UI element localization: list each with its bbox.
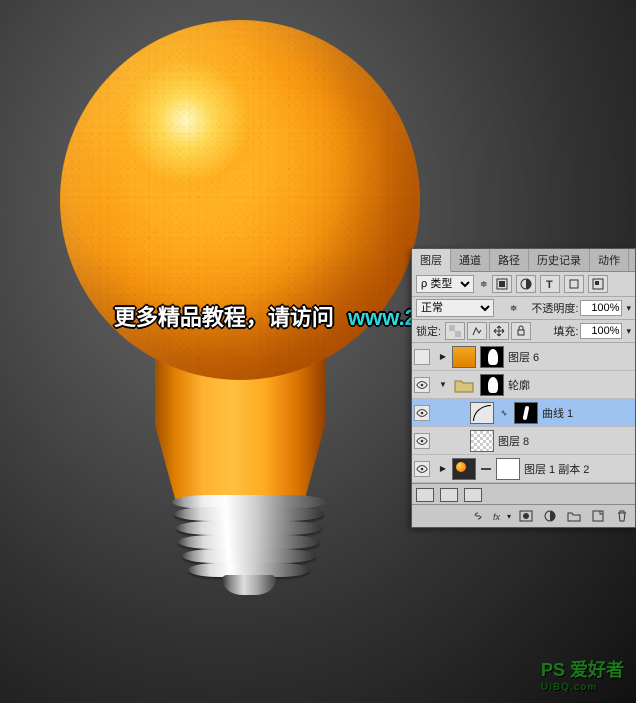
layer-mask-thumbnail[interactable] — [480, 346, 504, 368]
expand-arrow-icon — [456, 436, 466, 446]
blend-chevron-icon: ≑ — [510, 303, 518, 314]
fill-input[interactable] — [580, 323, 622, 339]
expand-arrow-icon[interactable]: ▶ — [438, 464, 448, 474]
watermark-logo: PS 爱好者 — [541, 660, 624, 680]
tab-channels[interactable]: 通道 — [451, 249, 490, 271]
tab-paths[interactable]: 路径 — [490, 249, 529, 271]
layer-thumbnail[interactable] — [470, 402, 494, 424]
adjustment-icon[interactable] — [541, 508, 559, 524]
lock-label: 锁定: — [416, 323, 441, 339]
fill-chevron-icon[interactable]: ▾ — [626, 326, 631, 337]
layer-row[interactable]: 曲线 1 — [412, 399, 635, 427]
visibility-toggle[interactable] — [414, 405, 430, 421]
bulb-screw-base — [178, 495, 320, 595]
lock-pixels-icon[interactable] — [467, 322, 487, 340]
bulb-glass — [60, 20, 420, 500]
layer-thumbnail[interactable] — [452, 458, 476, 480]
visibility-toggle[interactable] — [414, 433, 430, 449]
layer-thumbnail[interactable] — [452, 346, 476, 368]
palette-swatch[interactable] — [416, 488, 434, 502]
layer-row[interactable]: ▶ 图层 1 副本 2 — [412, 455, 635, 483]
expand-arrow-icon — [456, 408, 466, 418]
filter-shape-icon[interactable] — [564, 275, 584, 293]
visibility-toggle[interactable] — [414, 377, 430, 393]
lock-all-icon[interactable] — [511, 322, 531, 340]
link-dash-icon — [480, 468, 492, 470]
layer-name[interactable]: 图层 6 — [508, 349, 539, 365]
layers-panel-footer: fx▾ — [412, 504, 635, 527]
lock-position-icon[interactable] — [489, 322, 509, 340]
tab-actions[interactable]: 动作 — [590, 249, 629, 271]
panel-tabs: 图层 通道 路径 历史记录 动作 — [412, 249, 635, 272]
tab-layers[interactable]: 图层 — [412, 249, 451, 272]
watermark-suburl: UiBQ.com — [541, 682, 624, 693]
blend-mode-select[interactable]: 正常 — [416, 299, 494, 317]
filter-adjust-icon[interactable] — [516, 275, 536, 293]
layer-mask-thumbnail[interactable] — [480, 374, 504, 396]
filter-pixel-icon[interactable] — [492, 275, 512, 293]
lock-fill-row: 锁定: 填充: ▾ — [412, 320, 635, 343]
palette-swatch[interactable] — [464, 488, 482, 502]
filter-type-select[interactable]: ρ 类型 — [416, 275, 474, 293]
filter-smart-icon[interactable] — [588, 275, 608, 293]
layer-name[interactable]: 曲线 1 — [542, 405, 573, 421]
svg-text:fx: fx — [493, 512, 500, 522]
blend-opacity-row: 正常 ≑ 不透明度: ▾ — [412, 297, 635, 320]
link-icon — [498, 408, 510, 418]
filter-chevron-icon: ≑ — [480, 279, 488, 290]
fx-icon[interactable]: fx▾ — [493, 508, 511, 524]
link-layers-icon[interactable] — [469, 508, 487, 524]
layer-row[interactable]: ▼ 轮廓 — [412, 371, 635, 399]
svg-text:T: T — [546, 279, 553, 290]
opacity-label: 不透明度: — [531, 300, 578, 316]
layer-thumbnail[interactable] — [470, 430, 494, 452]
group-icon[interactable] — [565, 508, 583, 524]
layer-name[interactable]: 轮廓 — [508, 377, 530, 393]
visibility-toggle[interactable] — [414, 461, 430, 477]
palette-swatch[interactable] — [440, 488, 458, 502]
layer-name[interactable]: 图层 1 副本 2 — [524, 461, 589, 477]
new-layer-icon[interactable] — [589, 508, 607, 524]
watermark-bottom: PS 爱好者 UiBQ.com — [541, 656, 624, 693]
layers-panel: 图层 通道 路径 历史记录 动作 ρ 类型 ≑ T 正常 ≑ 不透明度: — [411, 248, 636, 528]
layer-mask-thumbnail[interactable] — [514, 402, 538, 424]
mask-icon[interactable] — [517, 508, 535, 524]
layer-row[interactable]: ▶ 图层 6 — [412, 343, 635, 371]
fill-label: 填充: — [553, 323, 578, 339]
expand-arrow-icon[interactable]: ▼ — [438, 380, 448, 390]
opacity-chevron-icon[interactable]: ▾ — [626, 303, 631, 314]
layers-list: ▶ 图层 6 ▼ 轮廓曲线 1 图层 8 ▶ 图层 1 副本 2 — [412, 343, 635, 483]
tab-history[interactable]: 历史记录 — [529, 249, 590, 271]
visibility-toggle[interactable] — [414, 349, 430, 365]
filter-text-icon[interactable]: T — [540, 275, 560, 293]
layer-name[interactable]: 图层 8 — [498, 433, 529, 449]
watermark-label: 更多精品教程，请访问 — [114, 305, 334, 330]
opacity-input[interactable] — [580, 300, 622, 316]
expand-arrow-icon[interactable]: ▶ — [438, 352, 448, 362]
canvas: 更多精品教程，请访问 www.240PS.com PS 爱好者 UiBQ.com… — [0, 0, 636, 703]
trash-icon[interactable] — [613, 508, 631, 524]
panel-palette-row — [412, 483, 635, 504]
layer-row[interactable]: 图层 8 — [412, 427, 635, 455]
layer-thumbnail[interactable] — [452, 374, 476, 396]
layer-mask-thumbnail[interactable] — [496, 458, 520, 480]
layer-filter-row: ρ 类型 ≑ T — [412, 272, 635, 297]
lock-transparent-icon[interactable] — [445, 322, 465, 340]
